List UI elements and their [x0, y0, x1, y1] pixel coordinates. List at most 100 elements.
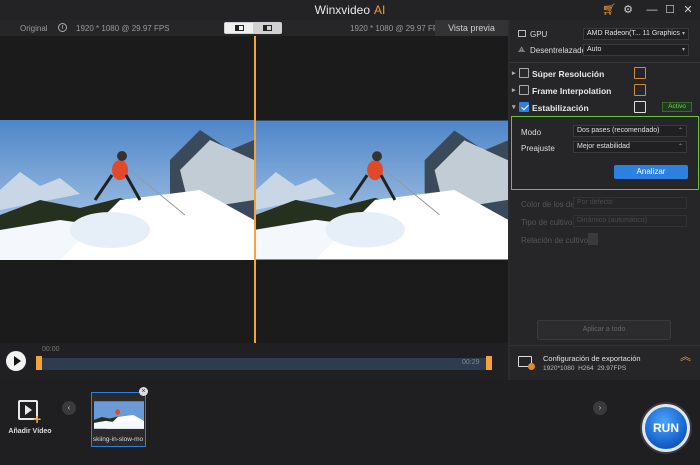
scroll-right-button[interactable]: › — [593, 401, 607, 415]
section-label: Súper Resolución — [532, 69, 605, 79]
original-label: Original — [20, 24, 48, 33]
dim-row-label: Tipo de cultivo — [521, 218, 573, 227]
title-bar: Winxvideo AI 🛒︎ ⚙ — ☐ ✕ — [0, 0, 700, 20]
preset-select[interactable]: Mejor estabilidad ⌃ — [573, 141, 687, 153]
thumbnail-image — [94, 401, 144, 429]
expand-up-icon[interactable]: ︽ — [680, 352, 691, 363]
scroll-left-button[interactable]: ‹ — [62, 401, 76, 415]
app-title-ai: AI — [374, 3, 386, 17]
deinterlace-select[interactable]: Auto ▾ — [583, 44, 689, 56]
mode-select-value: Dos pases (recomendado) — [577, 127, 660, 134]
run-button[interactable]: RUN — [642, 404, 690, 452]
apply-all-label: Aplicar a todo — [582, 326, 626, 333]
preview-tab[interactable]: Vista previa — [435, 20, 508, 36]
view-mode-toggle — [224, 22, 282, 34]
app-window: Winxvideo AI 🛒︎ ⚙ — ☐ ✕ Original i 1920 *… — [0, 0, 700, 465]
chevron-right-icon: ▸ — [512, 70, 516, 77]
left-video-info: 1920 * 1080 @ 29.97 FPS — [76, 24, 170, 33]
analyze-button[interactable]: Analizar — [614, 165, 688, 179]
add-video-label: Añadir Vídeo — [8, 428, 52, 435]
time-start: 00:00 — [42, 346, 60, 353]
thumbnail-name: skiing-in-slow-mo — [92, 436, 144, 443]
deinterlace-select-value: Auto — [587, 46, 602, 53]
settings-badge-icon — [528, 363, 535, 370]
preset-select-chevron-icon: ⌃ — [677, 144, 683, 150]
section-frame-interpolation[interactable]: ▸ Frame Interpolation — [510, 83, 700, 99]
timeline-track[interactable] — [40, 358, 488, 370]
preset-select-value: Mejor estabilidad — [577, 143, 630, 150]
run-label: RUN — [653, 421, 679, 435]
dim-row-label: Color de los de — [521, 200, 575, 209]
mode-label: Modo — [521, 128, 542, 137]
export-info: 1920*1080 H264 29.97FPS — [543, 365, 626, 372]
gpu-icon — [518, 30, 526, 37]
crop-toggle-icon — [588, 233, 598, 245]
ski-scene-image — [0, 120, 254, 260]
stabilization-checkbox[interactable] — [519, 102, 529, 112]
super-resolution-checkbox[interactable] — [519, 68, 529, 78]
compare-split-handle[interactable] — [254, 36, 256, 343]
trim-end-handle[interactable] — [486, 356, 492, 370]
video-thumbnail[interactable]: skiing-in-slow-mo × — [91, 387, 148, 447]
camera-icon — [634, 101, 646, 113]
right-video-info: 1920 * 1080 @ 29.97 FPS — [350, 24, 444, 33]
split-view-icon — [235, 25, 244, 31]
side-by-side-icon — [263, 25, 272, 31]
cart-icon[interactable]: 🛒︎ — [601, 2, 617, 18]
close-icon[interactable]: ✕ — [680, 2, 696, 18]
app-title: Winxvideo AI — [0, 3, 700, 17]
export-title: Configuración de exportación — [543, 354, 641, 363]
preset-label: Preajuste — [521, 144, 555, 153]
chevron-right-icon: ▸ — [512, 87, 516, 94]
info-icon[interactable]: i — [58, 23, 67, 32]
resize-icon — [634, 67, 646, 79]
maximize-icon[interactable]: ☐ — [662, 2, 678, 18]
status-badge: Activo — [662, 102, 692, 112]
gpu-select-value: AMD Radeon(T... 11 Graphics — [587, 30, 680, 37]
gear-icon[interactable]: ⚙ — [620, 2, 636, 18]
plus-icon: + — [33, 411, 42, 427]
play-button[interactable] — [6, 351, 26, 371]
time-end: 00:29 — [462, 359, 480, 366]
settings-panel: GPU AMD Radeon(T... 11 Graphics ▾ ⟁ Desen… — [510, 20, 700, 345]
deinterlace-label: Desentrelazado — [530, 46, 587, 55]
apply-all-button: Aplicar a todo — [537, 320, 671, 340]
deinterlace-select-chevron-icon: ▾ — [681, 47, 685, 53]
gpu-label: GPU — [530, 30, 548, 39]
section-label: Frame Interpolation — [532, 86, 612, 96]
dim-select: Dinámico (automático) — [573, 215, 687, 227]
section-super-resolution[interactable]: ▸ Súper Resolución — [510, 66, 700, 82]
frame-interpolation-checkbox[interactable] — [519, 85, 529, 95]
remove-icon[interactable]: × — [139, 387, 148, 396]
dim-row-label: Relación de cultivo — [521, 236, 589, 245]
video-preview — [0, 36, 508, 343]
chevron-down-icon: ▾ — [512, 104, 516, 111]
export-codec: H264 — [578, 365, 594, 372]
deinterlace-icon: ⟁ — [518, 45, 526, 54]
gpu-select[interactable]: AMD Radeon(T... 11 Graphics ▾ — [583, 28, 689, 40]
ski-scene-image-preview — [256, 120, 508, 260]
minimize-icon[interactable]: — — [644, 2, 660, 18]
trim-start-handle[interactable] — [36, 356, 42, 370]
original-frame — [0, 120, 254, 260]
preview-frame — [256, 120, 508, 260]
app-title-text: Winxvideo — [314, 3, 370, 17]
media-bar: + Añadir Vídeo ‹ skiing-in-slow-mo × › R… — [0, 380, 700, 465]
frames-icon — [634, 84, 646, 96]
side-by-side-button[interactable] — [253, 23, 281, 33]
export-fps: 29.97FPS — [597, 365, 627, 372]
export-settings-bar[interactable]: Configuración de exportación 1920*1080 H… — [510, 345, 700, 380]
dim-select-value: Por defecto — [577, 199, 613, 206]
gpu-select-chevron-icon: ▾ — [681, 31, 685, 37]
export-resolution: 1920*1080 — [543, 365, 575, 372]
section-stabilization[interactable]: ▾ Estabilización Activo — [510, 100, 700, 116]
mode-select[interactable]: Dos pases (recomendado) ⌃ — [573, 125, 687, 137]
add-video-button[interactable]: + Añadir Vídeo — [6, 398, 54, 443]
mode-select-chevron-icon: ⌃ — [677, 128, 683, 134]
dim-select-value: Dinámico (automático) — [577, 217, 648, 224]
split-view-button[interactable] — [225, 23, 253, 33]
timeline: 00:00 00:29 — [0, 343, 508, 380]
divider — [510, 62, 700, 63]
dim-select: Por defecto — [573, 197, 687, 209]
section-label: Estabilización — [532, 103, 589, 113]
